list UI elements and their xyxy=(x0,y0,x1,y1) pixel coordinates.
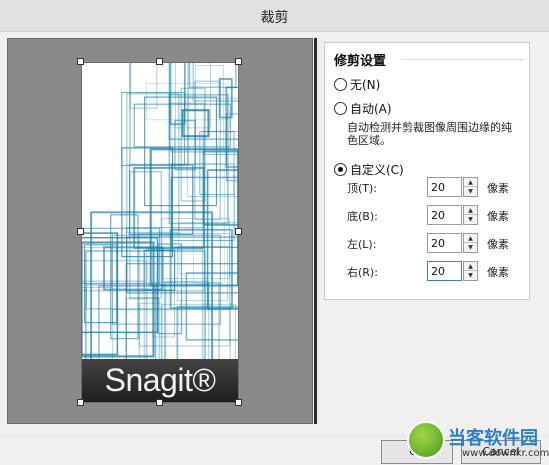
spin-down-icon[interactable]: ▼ xyxy=(464,187,477,196)
crop-handle-bottom-right[interactable] xyxy=(235,399,242,406)
field-left-spinner[interactable]: ▲ ▼ xyxy=(463,233,478,253)
field-left-label: 左(L): xyxy=(347,238,377,251)
field-right-unit: 像素 xyxy=(487,266,509,279)
field-left-unit: 像素 xyxy=(487,238,509,251)
radio-none-label: 无(N) xyxy=(350,78,381,92)
radio-auto-circle[interactable] xyxy=(334,102,347,115)
window-title: 裁剪 xyxy=(260,10,289,26)
field-bottom-input[interactable]: 20 xyxy=(427,205,462,225)
field-bottom-spinner[interactable]: ▲ ▼ xyxy=(463,205,478,225)
brand-logo-text: Snagit® xyxy=(104,362,216,398)
radio-auto-label: 自动(A) xyxy=(350,102,392,116)
radio-none-circle[interactable] xyxy=(334,78,347,91)
crop-handle-right[interactable] xyxy=(235,228,242,235)
spin-up-icon[interactable]: ▲ xyxy=(464,262,477,271)
field-top-label: 顶(T): xyxy=(347,182,378,195)
line-art-rect xyxy=(160,303,237,403)
line-art-rect xyxy=(125,263,239,379)
field-right-label: 右(R): xyxy=(347,266,378,279)
field-top-spinner[interactable]: ▲ ▼ xyxy=(463,177,478,197)
watermark-url: www.downkr.com xyxy=(462,448,549,459)
crop-handle-bottom-left[interactable] xyxy=(77,399,84,406)
splitter[interactable] xyxy=(314,38,317,424)
auto-description: 自动检测并剪裁图像周围边缘的纯色区域。 xyxy=(347,121,512,147)
brand-bar: Snagit® xyxy=(81,359,239,403)
trim-settings-panel: 修剪设置 无(N) 自动(A) 自动检测并剪裁图像周围边缘的纯色区域。 自定义(… xyxy=(324,42,530,300)
field-left-input[interactable]: 20 xyxy=(427,233,462,253)
crop-handle-bottom[interactable] xyxy=(156,399,163,406)
field-right-spinner[interactable]: ▲ ▼ xyxy=(463,261,478,281)
spin-down-icon[interactable]: ▼ xyxy=(464,243,477,252)
line-art-rect xyxy=(165,282,220,386)
radio-custom-label: 自定义(C) xyxy=(350,163,404,177)
field-bottom-unit: 像素 xyxy=(487,210,509,223)
field-bottom: 底(B): 20 ▲ ▼ 像素 xyxy=(347,205,522,225)
preview-image: Snagit® xyxy=(81,62,239,403)
spin-up-icon[interactable]: ▲ xyxy=(464,178,477,187)
field-top-unit: 像素 xyxy=(487,182,509,195)
field-top: 顶(T): 20 ▲ ▼ 像素 xyxy=(347,177,522,197)
crop-handle-left[interactable] xyxy=(77,228,84,235)
crop-handle-top-left[interactable] xyxy=(77,58,84,65)
radio-custom[interactable]: 自定义(C) xyxy=(334,161,404,178)
field-left: 左(L): 20 ▲ ▼ 像素 xyxy=(347,233,522,253)
field-bottom-label: 底(B): xyxy=(347,210,378,223)
radio-none[interactable]: 无(N) xyxy=(334,76,380,93)
spin-down-icon[interactable]: ▼ xyxy=(464,271,477,280)
spin-down-icon[interactable]: ▼ xyxy=(464,215,477,224)
crop-handle-top[interactable] xyxy=(156,58,163,65)
divider xyxy=(402,59,524,60)
radio-custom-circle[interactable] xyxy=(334,163,347,176)
line-art-rect xyxy=(169,228,233,310)
field-right: 右(R): 20 ▲ ▼ 像素 xyxy=(347,261,522,281)
panel-heading: 修剪设置 xyxy=(334,54,387,69)
leaf-logo-icon xyxy=(407,421,445,459)
line-art-rect xyxy=(129,62,158,109)
spin-up-icon[interactable]: ▲ xyxy=(464,206,477,215)
spin-up-icon[interactable]: ▲ xyxy=(464,234,477,243)
title-bar: 裁剪 xyxy=(0,0,549,32)
line-art xyxy=(81,62,239,403)
radio-auto[interactable]: 自动(A) xyxy=(334,100,392,117)
site-watermark: 当客软件园 www.downkr.com xyxy=(400,418,549,465)
field-top-input[interactable]: 20 xyxy=(427,177,462,197)
watermark-site-name: 当客软件园 xyxy=(448,428,538,449)
field-right-input[interactable]: 20 xyxy=(427,261,462,281)
crop-handle-top-right[interactable] xyxy=(235,58,242,65)
